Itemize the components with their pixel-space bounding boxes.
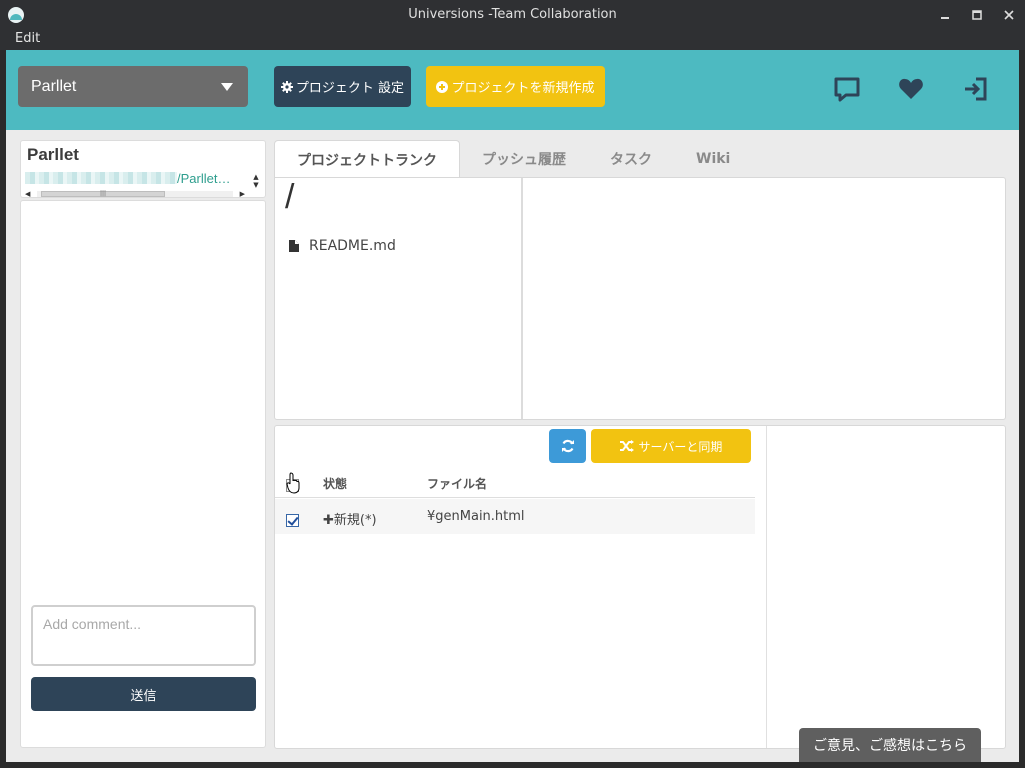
table-row[interactable]: ✚新規(*) ¥genMain.html bbox=[275, 499, 755, 534]
path-spinner[interactable]: ▲ ▼ bbox=[251, 173, 261, 191]
file-icon bbox=[289, 240, 299, 252]
redacted-path bbox=[25, 172, 177, 184]
tab-bar: プロジェクトトランク プッシュ履歴 タスク Wiki bbox=[274, 140, 752, 178]
menu-edit[interactable]: Edit bbox=[15, 31, 40, 46]
app-body: Parllet プロジェクト 設定 プロジェクトを新規作成 Parllet /P… bbox=[6, 50, 1019, 762]
sign-in-button[interactable] bbox=[960, 74, 990, 104]
maximize-button[interactable] bbox=[961, 0, 993, 30]
project-select[interactable]: Parllet bbox=[18, 66, 248, 107]
horizontal-scrollbar[interactable]: ◀ ||| ▶ bbox=[25, 190, 245, 198]
chat-icon bbox=[834, 77, 860, 102]
refresh-button[interactable] bbox=[549, 429, 586, 463]
panel-divider bbox=[766, 426, 767, 748]
tab-wiki[interactable]: Wiki bbox=[674, 140, 752, 177]
project-settings-label: プロジェクト 設定 bbox=[295, 81, 405, 96]
refresh-icon bbox=[561, 439, 574, 453]
window-titlebar: Universions -Team Collaboration bbox=[0, 0, 1025, 30]
menubar: Edit bbox=[0, 30, 1025, 50]
shuffle-icon bbox=[619, 440, 634, 452]
sync-server-label: サーバーと同期 bbox=[638, 439, 723, 454]
header-divider bbox=[275, 497, 755, 498]
project-name: Parllet bbox=[27, 145, 79, 164]
sync-server-button[interactable]: サーバーと同期 bbox=[591, 429, 751, 463]
comment-panel: Add comment... 送信 bbox=[20, 200, 266, 748]
comment-input[interactable]: Add comment... bbox=[31, 605, 256, 666]
window-title: Universions -Team Collaboration bbox=[408, 7, 617, 22]
minimize-icon bbox=[941, 17, 949, 19]
row-checkbox[interactable] bbox=[286, 514, 299, 527]
gear-icon bbox=[280, 80, 293, 93]
repo-path: /Parllet… bbox=[25, 171, 247, 187]
plus-circle-icon bbox=[436, 80, 449, 93]
send-button[interactable]: 送信 bbox=[31, 677, 256, 711]
close-button[interactable] bbox=[993, 0, 1025, 30]
chat-button[interactable] bbox=[832, 74, 862, 104]
minimize-button[interactable] bbox=[929, 0, 961, 30]
scroll-right-icon[interactable]: ▶ bbox=[240, 190, 245, 198]
row-status: ✚新規(*) bbox=[323, 513, 377, 528]
new-project-button[interactable]: プロジェクトを新規作成 bbox=[426, 66, 605, 107]
file-browser-panel: / README.md bbox=[274, 177, 1006, 420]
favorite-button[interactable] bbox=[896, 74, 926, 104]
header-bar: Parllet プロジェクト 設定 プロジェクトを新規作成 bbox=[6, 50, 1019, 130]
panel-divider bbox=[521, 178, 523, 419]
caret-down-icon bbox=[221, 83, 233, 91]
feedback-button[interactable]: ご意見、ご感想はこちら bbox=[799, 728, 981, 762]
tab-tasks[interactable]: タスク bbox=[588, 140, 674, 177]
tab-project-trunk[interactable]: プロジェクトトランク bbox=[274, 140, 460, 178]
current-path: / bbox=[285, 178, 295, 216]
heart-icon bbox=[899, 78, 923, 99]
row-filename: ¥genMain.html bbox=[427, 509, 525, 524]
tab-push-history[interactable]: プッシュ履歴 bbox=[460, 140, 588, 177]
file-name: README.md bbox=[309, 238, 396, 254]
scroll-left-icon[interactable]: ◀ bbox=[25, 190, 30, 198]
changes-panel: サーバーと同期 状態 ファイル名 ✚新規(*) ¥genMain.html bbox=[274, 425, 1006, 749]
sign-in-icon bbox=[965, 77, 987, 101]
maximize-icon bbox=[972, 10, 982, 20]
hand-cursor-icon bbox=[286, 472, 300, 494]
new-project-label: プロジェクトを新規作成 bbox=[451, 81, 595, 96]
project-select-value: Parllet bbox=[31, 78, 77, 95]
close-icon bbox=[1004, 10, 1014, 20]
project-settings-button[interactable]: プロジェクト 設定 bbox=[274, 66, 411, 107]
scroll-thumb[interactable]: ||| bbox=[41, 191, 165, 197]
column-status: 状態 bbox=[323, 477, 348, 491]
project-info-panel: Parllet /Parllet… ▲ ▼ ◀ ||| ▶ bbox=[20, 140, 266, 198]
column-filename: ファイル名 bbox=[427, 477, 488, 491]
file-item[interactable]: README.md bbox=[289, 238, 396, 254]
repo-path-suffix: /Parllet… bbox=[177, 171, 231, 186]
